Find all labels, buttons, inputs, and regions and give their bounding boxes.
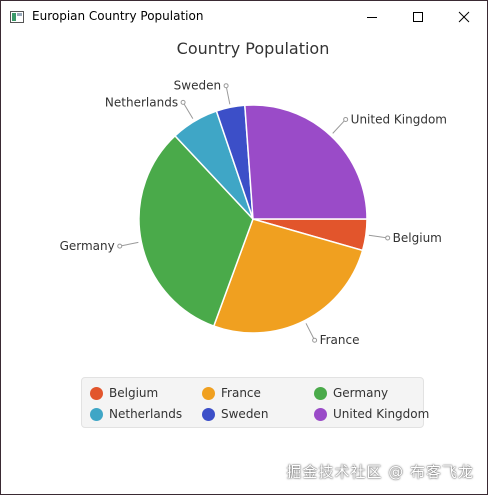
- title-bar[interactable]: Europian Country Population: [1, 1, 487, 33]
- label-leader-line: [225, 85, 231, 105]
- label-leader-dot: [180, 99, 186, 105]
- label-leader-line: [305, 323, 316, 341]
- app-window: Europian Country Population Country Popu…: [0, 0, 488, 495]
- legend-swatch: [314, 387, 327, 400]
- label-leader-dot: [223, 83, 229, 89]
- slice-label: France: [320, 333, 360, 347]
- legend-swatch: [90, 387, 103, 400]
- label-leader-dot: [385, 235, 391, 241]
- slice-label: Netherlands: [105, 95, 178, 109]
- legend-swatch: [90, 408, 103, 421]
- label-leader-line: [368, 234, 388, 239]
- slice-label: United Kingdom: [351, 112, 447, 126]
- legend-swatch: [202, 408, 215, 421]
- slice-label: Germany: [60, 239, 115, 253]
- chart-legend: Belgium France Germany Netherlands Swede…: [81, 377, 429, 428]
- pie-chart: Belgium France Germany Netherlands Sweden Uni…: [60, 79, 447, 348]
- legend-label: Belgium: [109, 386, 159, 400]
- app-icon: [10, 11, 24, 23]
- legend-label: United Kingdom: [333, 407, 430, 421]
- label-leader-dot: [312, 337, 318, 343]
- minimize-icon: [367, 17, 377, 18]
- maximize-button[interactable]: [395, 1, 441, 33]
- close-icon: [458, 11, 470, 23]
- label-leader-line: [119, 241, 139, 247]
- watermark-text: 掘金技术社区 @ 布客飞龙: [286, 463, 474, 481]
- minimize-button[interactable]: [349, 1, 395, 33]
- legend-swatch: [202, 387, 215, 400]
- window-title: Europian Country Population: [32, 9, 204, 23]
- label-leader-dot: [343, 116, 349, 122]
- pie-slice-united-kingdom[interactable]: [244, 104, 368, 220]
- legend-label: Sweden: [221, 407, 269, 421]
- label-leader-dot: [117, 243, 123, 249]
- maximize-icon: [413, 12, 423, 22]
- label-leader-line: [332, 119, 347, 134]
- label-leader-line: [182, 102, 194, 119]
- legend-label: Germany: [333, 386, 389, 400]
- legend-label: Netherlands: [109, 407, 183, 421]
- slice-label: Sweden: [174, 79, 221, 93]
- close-button[interactable]: [441, 1, 487, 33]
- legend-swatch: [314, 408, 327, 421]
- legend-label: France: [221, 386, 261, 400]
- chart-area: Country Population Belgium France Germany N…: [1, 33, 487, 494]
- slice-label: Belgium: [393, 231, 442, 245]
